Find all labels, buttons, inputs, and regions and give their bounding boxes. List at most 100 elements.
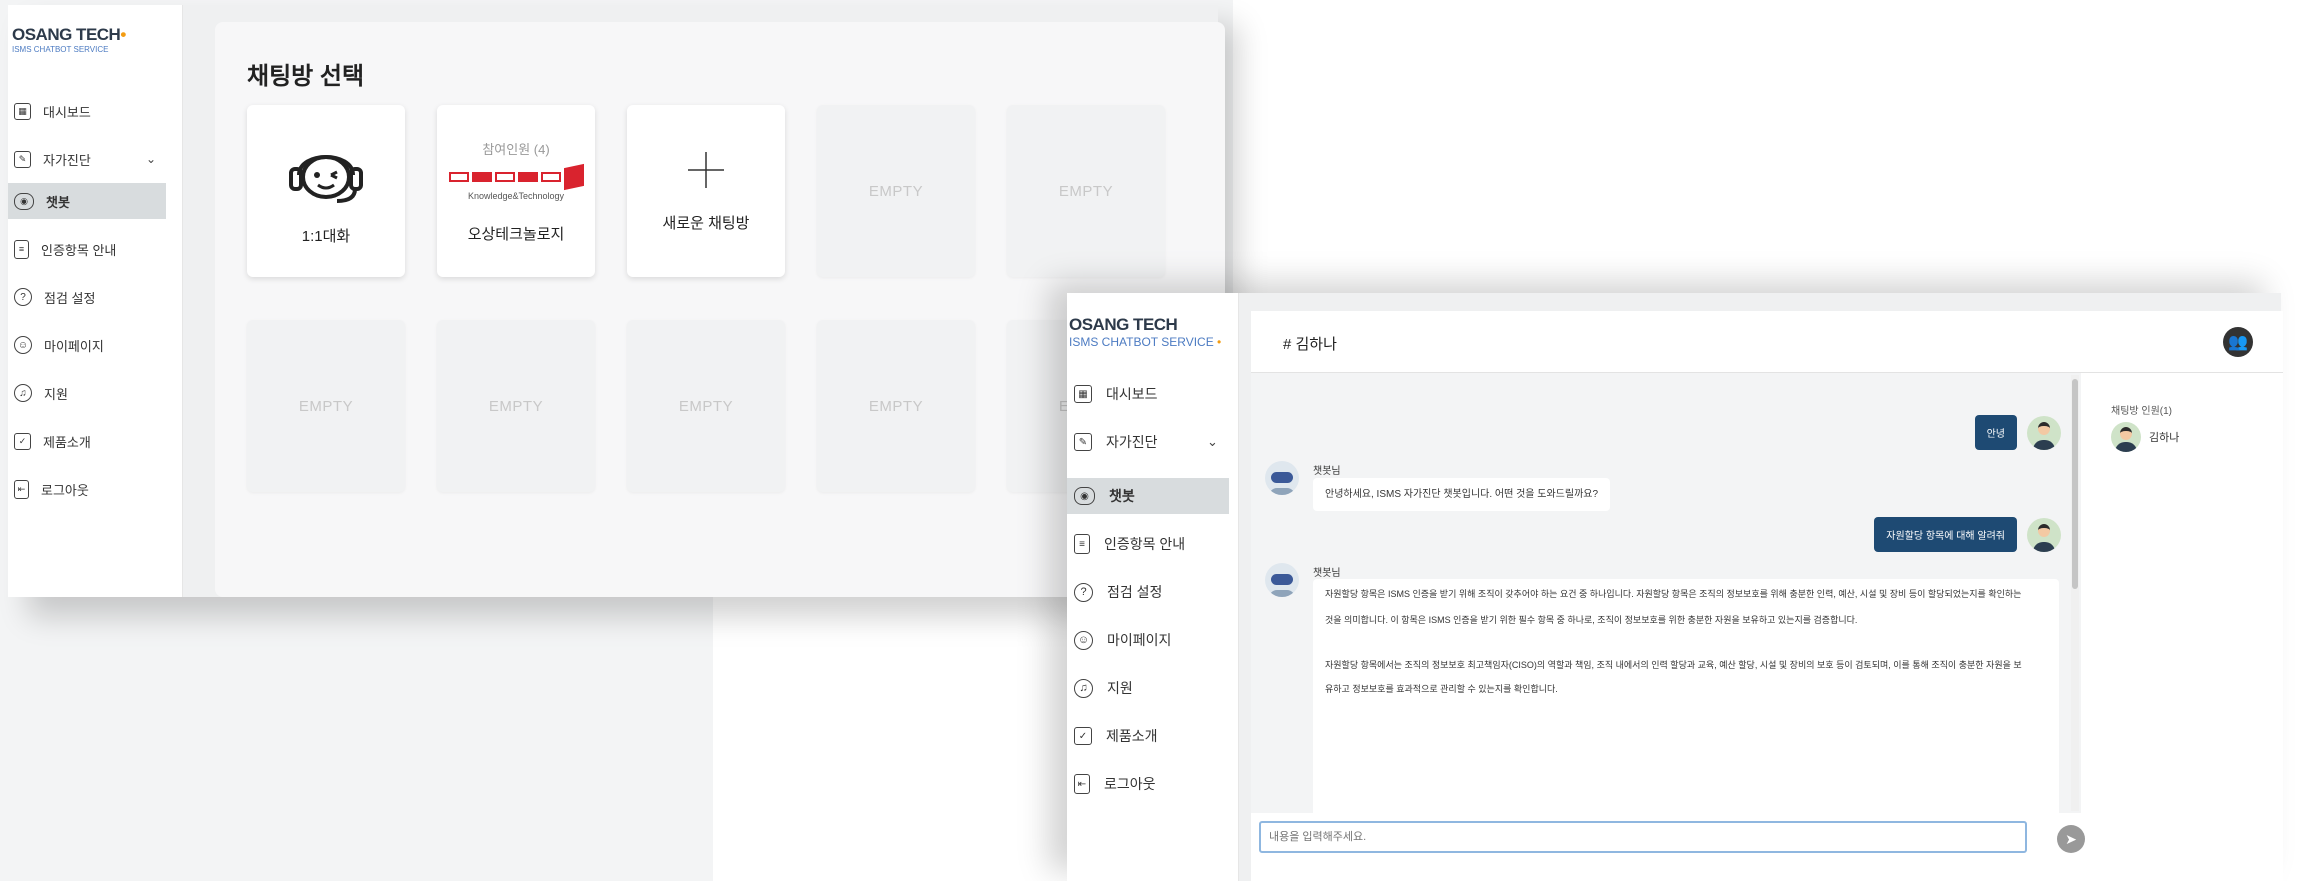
- nav-support[interactable]: ♫ 지원: [8, 375, 166, 411]
- bot-text-line: 유하고 정보보호를 효과적으로 관리할 수 있는지를 확인합니다.: [1325, 684, 1558, 694]
- nav-mypage[interactable]: ☺ 마이페이지: [8, 327, 166, 363]
- bot-bubble-long: 자원할당 항목은 ISMS 인증을 받기 위해 조직이 갖추어야 하는 요건 중…: [1313, 579, 2059, 813]
- nav-label: 로그아웃: [41, 482, 89, 498]
- nav-cert-guide[interactable]: ≡ 인증항목 안내: [8, 231, 166, 267]
- bot-name: 챗봇님: [1313, 466, 1341, 477]
- bot-text-line: 것을 의미합니다. 이 항목은 ISMS 인증을 받기 위한 필수 항목 중 하…: [1325, 615, 1858, 625]
- card-label: 새로운 채팅방: [662, 214, 750, 232]
- nav-label: 점검 설정: [44, 290, 96, 306]
- nav-label: 챗봇: [1109, 488, 1135, 504]
- logo-tagline: Knowledge&Technology: [467, 190, 565, 201]
- headset-icon: ♫: [14, 384, 32, 402]
- clipboard-icon: ≡: [1074, 534, 1090, 554]
- card-empty[interactable]: EMPTY: [437, 320, 595, 492]
- card-empty[interactable]: EMPTY: [247, 320, 405, 492]
- send-icon: ➤: [2065, 830, 2077, 847]
- nav-logout[interactable]: ⇤ 로그아웃: [8, 471, 166, 507]
- clipboard-icon: ≡: [14, 239, 29, 259]
- card-label: 오상테크놀로지: [467, 225, 565, 243]
- nav-products[interactable]: ✓ 제품소개: [1067, 718, 1229, 754]
- bot-text-line: 자원할당 항목은 ISMS 인증을 받기 위해 조직이 갖추어야 하는 요건 중…: [1325, 589, 2022, 599]
- card-empty[interactable]: EMPTY: [627, 320, 785, 492]
- self-check-icon: ✎: [1074, 433, 1092, 451]
- settings-icon: ?: [14, 288, 32, 306]
- card-one-on-one[interactable]: 1:1대화: [247, 105, 405, 277]
- dashboard-icon: ▦: [14, 102, 31, 120]
- members-panel: 채팅방 인원(1) 김하나: [2086, 373, 2283, 813]
- nav-label: 지원: [1107, 680, 1133, 696]
- nav-dashboard[interactable]: ▦ 대시보드: [1067, 376, 1229, 412]
- nav-dashboard[interactable]: ▦ 대시보드: [8, 93, 166, 129]
- chat-panel: # 김하나 👥 안녕 챗봇님 안녕하세요, ISMS 자가진단 챗봇입니다. 어…: [1251, 311, 2283, 881]
- nav-label: 자가진단: [43, 152, 91, 168]
- headset-icon: ♫: [1074, 678, 1093, 698]
- nav-label: 대시보드: [43, 104, 91, 120]
- nav-label: 마이페이지: [44, 338, 104, 354]
- nav-label: 제품소개: [43, 434, 91, 450]
- nav-logout[interactable]: ⇤ 로그아웃: [1067, 766, 1229, 802]
- settings-icon: ?: [1074, 582, 1093, 602]
- nav-label: 점검 설정: [1107, 584, 1163, 600]
- nav-support[interactable]: ♫ 지원: [1067, 670, 1229, 706]
- send-button[interactable]: ➤: [2057, 825, 2085, 853]
- nav-self-check[interactable]: ✎ 자가진단 ⌄: [1067, 424, 1229, 460]
- nav-label: 인증항목 안내: [41, 242, 117, 258]
- nav-chatbot[interactable]: ◉ 챗봇: [1067, 478, 1229, 514]
- user-bubble: 자원할당 항목에 대해 알려줘: [1874, 517, 2017, 552]
- chatbot-icon: ◉: [14, 192, 34, 210]
- scroll-thumb[interactable]: [2072, 379, 2078, 589]
- nav-self-check[interactable]: ✎ 자가진단 ⌄: [8, 141, 166, 177]
- logo-dot: •: [120, 25, 126, 44]
- bot-avatar: [1265, 563, 1299, 597]
- nav-label: 챗봇: [46, 194, 70, 210]
- chevron-down-icon[interactable]: ⌄: [1207, 434, 1218, 450]
- chat-select-window: OSANG TECH• ISMS CHATBOT SERVICE ▦ 대시보드 …: [8, 5, 1225, 597]
- nav-label: 로그아웃: [1104, 776, 1156, 792]
- chevron-down-icon[interactable]: ⌄: [146, 152, 156, 166]
- nav-mypage[interactable]: ☺ 마이페이지: [1067, 622, 1229, 658]
- calendar-icon: ✓: [1074, 727, 1092, 745]
- member-name: 김하나: [2149, 432, 2180, 444]
- card-empty[interactable]: EMPTY: [817, 105, 975, 277]
- card-empty[interactable]: EMPTY: [817, 320, 975, 492]
- support-headset-icon: [289, 154, 363, 203]
- calendar-icon: ✓: [14, 432, 31, 450]
- self-check-icon: ✎: [14, 150, 31, 168]
- card-empty[interactable]: EMPTY: [1007, 105, 1165, 277]
- group-members-icon[interactable]: 👥: [2223, 327, 2253, 357]
- user-bubble: 안녕: [1974, 415, 2017, 450]
- card-label: 1:1대화: [301, 227, 351, 245]
- nav-products[interactable]: ✓ 제품소개: [8, 423, 166, 459]
- member-avatar: [2111, 422, 2141, 452]
- member-item[interactable]: 김하나: [2111, 422, 2179, 452]
- logo[interactable]: OSANG TECH• ISMS CHATBOT SERVICE: [12, 25, 126, 54]
- message-list: 안녕 챗봇님 안녕하세요, ISMS 자가진단 챗봇입니다. 어떤 것을 도와드…: [1251, 373, 2081, 813]
- main-area: 채팅방 선택 1:1대화 참여인원 (4) Knowledge&Technolo…: [183, 5, 1225, 597]
- nav-label: 마이페이지: [1107, 632, 1172, 648]
- user-message: 안녕: [1974, 415, 2061, 450]
- chatbot-icon: ◉: [1074, 487, 1095, 505]
- chat-room-window: OSANG TECH ISMS CHATBOT SERVICE • ▦ 대시보드…: [1067, 293, 2283, 881]
- card-group-room[interactable]: 참여인원 (4) Knowledge&Technology 오상테크놀로지: [437, 105, 595, 277]
- bot-bubble: 안녕하세요, ISMS 자가진단 챗봇입니다. 어떤 것을 도와드릴까요?: [1313, 478, 1611, 511]
- message-input[interactable]: [1259, 821, 2027, 853]
- sidebar: OSANG TECH• ISMS CHATBOT SERVICE ▦ 대시보드 …: [8, 5, 183, 597]
- sidebar: OSANG TECH ISMS CHATBOT SERVICE • ▦ 대시보드…: [1067, 293, 1239, 881]
- nav-check-settings[interactable]: ? 점검 설정: [1067, 574, 1229, 610]
- nav-chatbot[interactable]: ◉ 챗봇: [8, 183, 166, 219]
- logo-name: OSANG TECH: [12, 25, 121, 44]
- plus-icon: [688, 151, 724, 188]
- company-logo: Knowledge&Technology: [448, 163, 584, 201]
- nav-label: 인증항목 안내: [1104, 536, 1186, 552]
- page-title: 채팅방 선택: [247, 63, 365, 90]
- nav-cert-guide[interactable]: ≡ 인증항목 안내: [1067, 526, 1229, 562]
- user-avatar: [2027, 517, 2061, 552]
- bot-text-line: 자원할당 항목에서는 조직의 정보보호 최고책임자(CISO)의 역할과 책임,…: [1325, 660, 2022, 670]
- message-scrollbar[interactable]: [2071, 375, 2079, 811]
- main-area: # 김하나 👥 안녕 챗봇님 안녕하세요, ISMS 자가진단 챗봇입니다. 어…: [1239, 293, 2283, 881]
- nav-check-settings[interactable]: ? 점검 설정: [8, 279, 166, 315]
- nav-label: 제품소개: [1106, 728, 1158, 744]
- logo[interactable]: OSANG TECH ISMS CHATBOT SERVICE •: [1069, 315, 1221, 349]
- dashboard-icon: ▦: [1074, 385, 1092, 403]
- card-new-room[interactable]: 새로운 채팅방: [627, 105, 785, 277]
